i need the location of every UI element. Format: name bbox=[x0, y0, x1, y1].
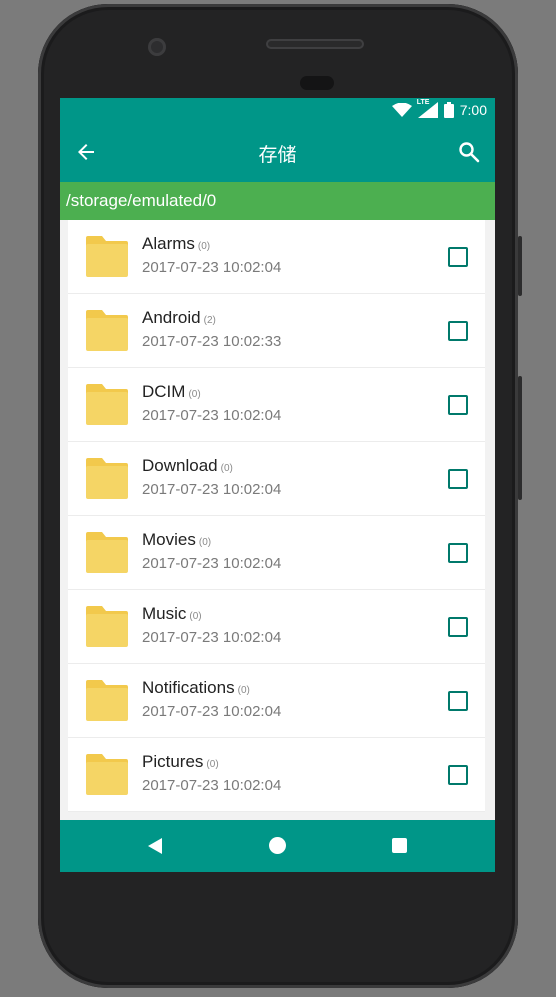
file-name: Music bbox=[142, 604, 187, 623]
file-count: (2) bbox=[203, 315, 216, 326]
file-name: Android bbox=[142, 308, 201, 327]
file-count: (0) bbox=[188, 389, 201, 400]
file-row[interactable]: DCIM (0) 2017-07-23 10:02:04 bbox=[68, 368, 485, 442]
file-name: Notifications bbox=[142, 678, 235, 697]
clock: 7:00 bbox=[459, 102, 487, 118]
file-date: 2017-07-23 10:02:04 bbox=[142, 259, 282, 276]
folder-icon bbox=[86, 754, 128, 795]
folder-icon bbox=[86, 458, 128, 499]
file-list: Alarms (0) 2017-07-23 10:02:04 Android (2) 20… bbox=[68, 220, 485, 812]
file-name-line: Pictures (0) bbox=[142, 752, 219, 772]
select-checkbox[interactable] bbox=[448, 765, 468, 785]
file-count: (0) bbox=[189, 611, 202, 622]
nav-back-icon[interactable] bbox=[146, 837, 164, 855]
search-icon[interactable] bbox=[457, 140, 481, 164]
file-name: Alarms bbox=[142, 234, 195, 253]
file-name: Pictures bbox=[142, 752, 204, 771]
folder-icon bbox=[86, 680, 128, 721]
screen: LTE 7:00 存储 /storage/emulated/0 Alarms (0… bbox=[60, 98, 495, 872]
file-name-line: Android (2) bbox=[142, 308, 216, 328]
folder-icon bbox=[86, 532, 128, 573]
volume-button bbox=[518, 236, 522, 296]
signal-icon: LTE bbox=[416, 99, 438, 118]
file-name-line: DCIM (0) bbox=[142, 382, 201, 402]
file-row[interactable]: Android (2) 2017-07-23 10:02:33 bbox=[68, 294, 485, 368]
file-row[interactable]: Download (0) 2017-07-23 10:02:04 bbox=[68, 442, 485, 516]
navigation-bar bbox=[60, 820, 495, 872]
app-bar: 存储 bbox=[60, 122, 495, 182]
file-name-line: Movies (0) bbox=[142, 530, 211, 550]
file-row[interactable]: Music (0) 2017-07-23 10:02:04 bbox=[68, 590, 485, 664]
select-checkbox[interactable] bbox=[448, 543, 468, 563]
file-name-line: Music (0) bbox=[142, 604, 202, 624]
file-name-line: Alarms (0) bbox=[142, 234, 210, 254]
front-camera bbox=[148, 38, 166, 56]
file-name: Download bbox=[142, 456, 218, 475]
file-name-line: Download (0) bbox=[142, 456, 233, 476]
wifi-icon bbox=[391, 102, 412, 117]
select-checkbox[interactable] bbox=[448, 617, 468, 637]
earpiece-speaker bbox=[266, 39, 364, 49]
folder-icon bbox=[86, 310, 128, 351]
file-count: (0) bbox=[237, 685, 250, 696]
nav-home-icon[interactable] bbox=[269, 837, 286, 854]
page-title: 存储 bbox=[258, 144, 297, 166]
folder-icon bbox=[86, 236, 128, 277]
file-date: 2017-07-23 10:02:04 bbox=[142, 481, 282, 498]
file-name: Movies bbox=[142, 530, 196, 549]
select-checkbox[interactable] bbox=[448, 321, 468, 341]
folder-icon bbox=[86, 384, 128, 425]
file-name: DCIM bbox=[142, 382, 186, 401]
file-count: (0) bbox=[197, 241, 211, 252]
file-count: (0) bbox=[220, 463, 233, 474]
select-checkbox[interactable] bbox=[448, 395, 468, 415]
select-checkbox[interactable] bbox=[448, 247, 468, 267]
file-row[interactable]: Notifications (0) 2017-07-23 10:02:04 bbox=[68, 664, 485, 738]
file-name-line: Notifications (0) bbox=[142, 678, 250, 698]
select-checkbox[interactable] bbox=[448, 691, 468, 711]
file-date: 2017-07-23 10:02:33 bbox=[142, 333, 282, 350]
lte-label: LTE bbox=[416, 99, 430, 106]
file-row[interactable]: Alarms (0) 2017-07-23 10:02:04 bbox=[68, 220, 485, 294]
file-date: 2017-07-23 10:02:04 bbox=[142, 777, 282, 794]
file-date: 2017-07-23 10:02:04 bbox=[142, 629, 282, 646]
file-date: 2017-07-23 10:02:04 bbox=[142, 555, 282, 572]
proximity-sensor bbox=[300, 76, 334, 90]
file-row[interactable]: Movies (0) 2017-07-23 10:02:04 bbox=[68, 516, 485, 590]
power-button bbox=[518, 376, 522, 500]
file-date: 2017-07-23 10:02:04 bbox=[142, 703, 282, 720]
file-count: (0) bbox=[198, 537, 212, 548]
select-checkbox[interactable] bbox=[448, 469, 468, 489]
nav-recents-icon[interactable] bbox=[392, 838, 407, 853]
file-date: 2017-07-23 10:02:04 bbox=[142, 407, 282, 424]
folder-icon bbox=[86, 606, 128, 647]
battery-icon bbox=[443, 102, 454, 118]
file-row[interactable]: Pictures (0) 2017-07-23 10:02:04 bbox=[68, 738, 485, 812]
status-bar: LTE 7:00 bbox=[60, 98, 495, 122]
path-bar[interactable]: /storage/emulated/0 bbox=[60, 182, 495, 220]
file-count: (0) bbox=[206, 759, 219, 770]
